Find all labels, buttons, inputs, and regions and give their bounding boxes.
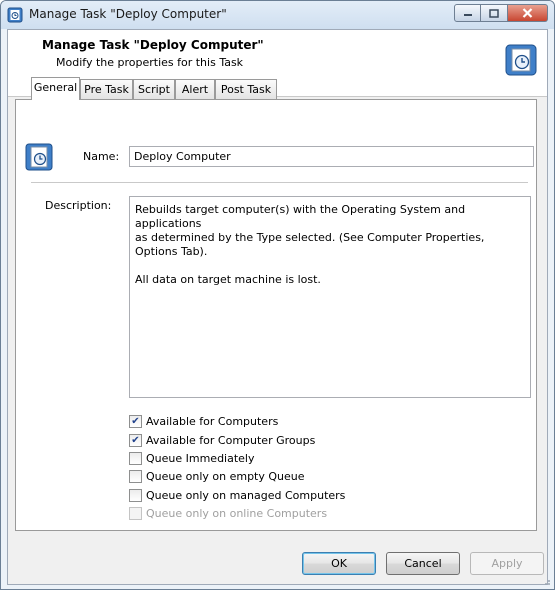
task-clock-icon bbox=[25, 143, 53, 171]
task-icon bbox=[7, 7, 23, 23]
tab-alert[interactable]: Alert bbox=[175, 79, 215, 99]
checkbox-label: Available for Computers bbox=[146, 414, 279, 428]
checkbox-unchecked-icon bbox=[129, 506, 142, 520]
tab-pre-task[interactable]: Pre Task bbox=[80, 79, 133, 99]
title-bar[interactable]: Manage Task "Deploy Computer" bbox=[1, 1, 554, 29]
name-field[interactable]: Deploy Computer bbox=[129, 146, 534, 167]
apply-button: Apply bbox=[470, 552, 544, 575]
checkbox-checked-icon: ✔ bbox=[129, 414, 142, 428]
minimize-icon bbox=[463, 14, 472, 16]
window-title: Manage Task "Deploy Computer" bbox=[29, 7, 227, 21]
tab-general[interactable]: General bbox=[31, 77, 80, 100]
checkbox-unchecked-icon bbox=[129, 488, 142, 502]
queue-immediately-checkbox[interactable]: Queue Immediately bbox=[129, 450, 255, 466]
checkbox-unchecked-icon bbox=[129, 451, 142, 465]
tab-script[interactable]: Script bbox=[133, 79, 175, 99]
description-line: All data on target machine is lost. bbox=[135, 273, 321, 286]
minimize-button[interactable] bbox=[454, 4, 481, 22]
available-for-computers-checkbox[interactable]: ✔ Available for Computers bbox=[129, 413, 278, 429]
cancel-button[interactable]: Cancel bbox=[386, 552, 460, 575]
queue-only-on-online-computers-checkbox: Queue only on online Computers bbox=[129, 505, 327, 521]
tab-post-task[interactable]: Post Task bbox=[215, 79, 277, 99]
description-line: Rebuilds target computer(s) with the Ope… bbox=[135, 203, 466, 230]
name-label: Name: bbox=[83, 150, 120, 163]
header-subtitle: Modify the properties for this Task bbox=[56, 56, 244, 69]
divider bbox=[31, 182, 528, 183]
description-label: Description: bbox=[45, 199, 112, 212]
checkbox-label: Queue only on managed Computers bbox=[146, 488, 346, 502]
description-line: as determined by the Type selected. (See… bbox=[135, 231, 485, 258]
queue-only-on-empty-queue-checkbox[interactable]: Queue only on empty Queue bbox=[129, 468, 305, 484]
header-title: Manage Task "Deploy Computer" bbox=[42, 38, 264, 52]
close-button[interactable] bbox=[508, 4, 548, 22]
maximize-icon bbox=[489, 8, 499, 18]
maximize-button[interactable] bbox=[481, 4, 508, 22]
checkbox-label: Queue Immediately bbox=[146, 451, 255, 465]
close-icon bbox=[522, 8, 533, 18]
resize-grip-icon[interactable] bbox=[541, 576, 551, 586]
checkbox-checked-icon: ✔ bbox=[129, 433, 142, 447]
checkbox-label: Queue only on empty Queue bbox=[146, 469, 305, 483]
checkbox-unchecked-icon bbox=[129, 469, 142, 483]
checkbox-label: Queue only on online Computers bbox=[146, 506, 328, 520]
task-clock-icon bbox=[505, 44, 537, 76]
description-field[interactable]: Rebuilds target computer(s) with the Ope… bbox=[129, 196, 531, 398]
manage-task-window: Manage Task "Deploy Computer" Manage Tas… bbox=[0, 0, 555, 590]
available-for-computer-groups-checkbox[interactable]: ✔ Available for Computer Groups bbox=[129, 432, 315, 448]
queue-only-on-managed-computers-checkbox[interactable]: Queue only on managed Computers bbox=[129, 487, 345, 503]
ok-button[interactable]: OK bbox=[302, 552, 376, 575]
checkbox-label: Available for Computer Groups bbox=[146, 433, 316, 447]
